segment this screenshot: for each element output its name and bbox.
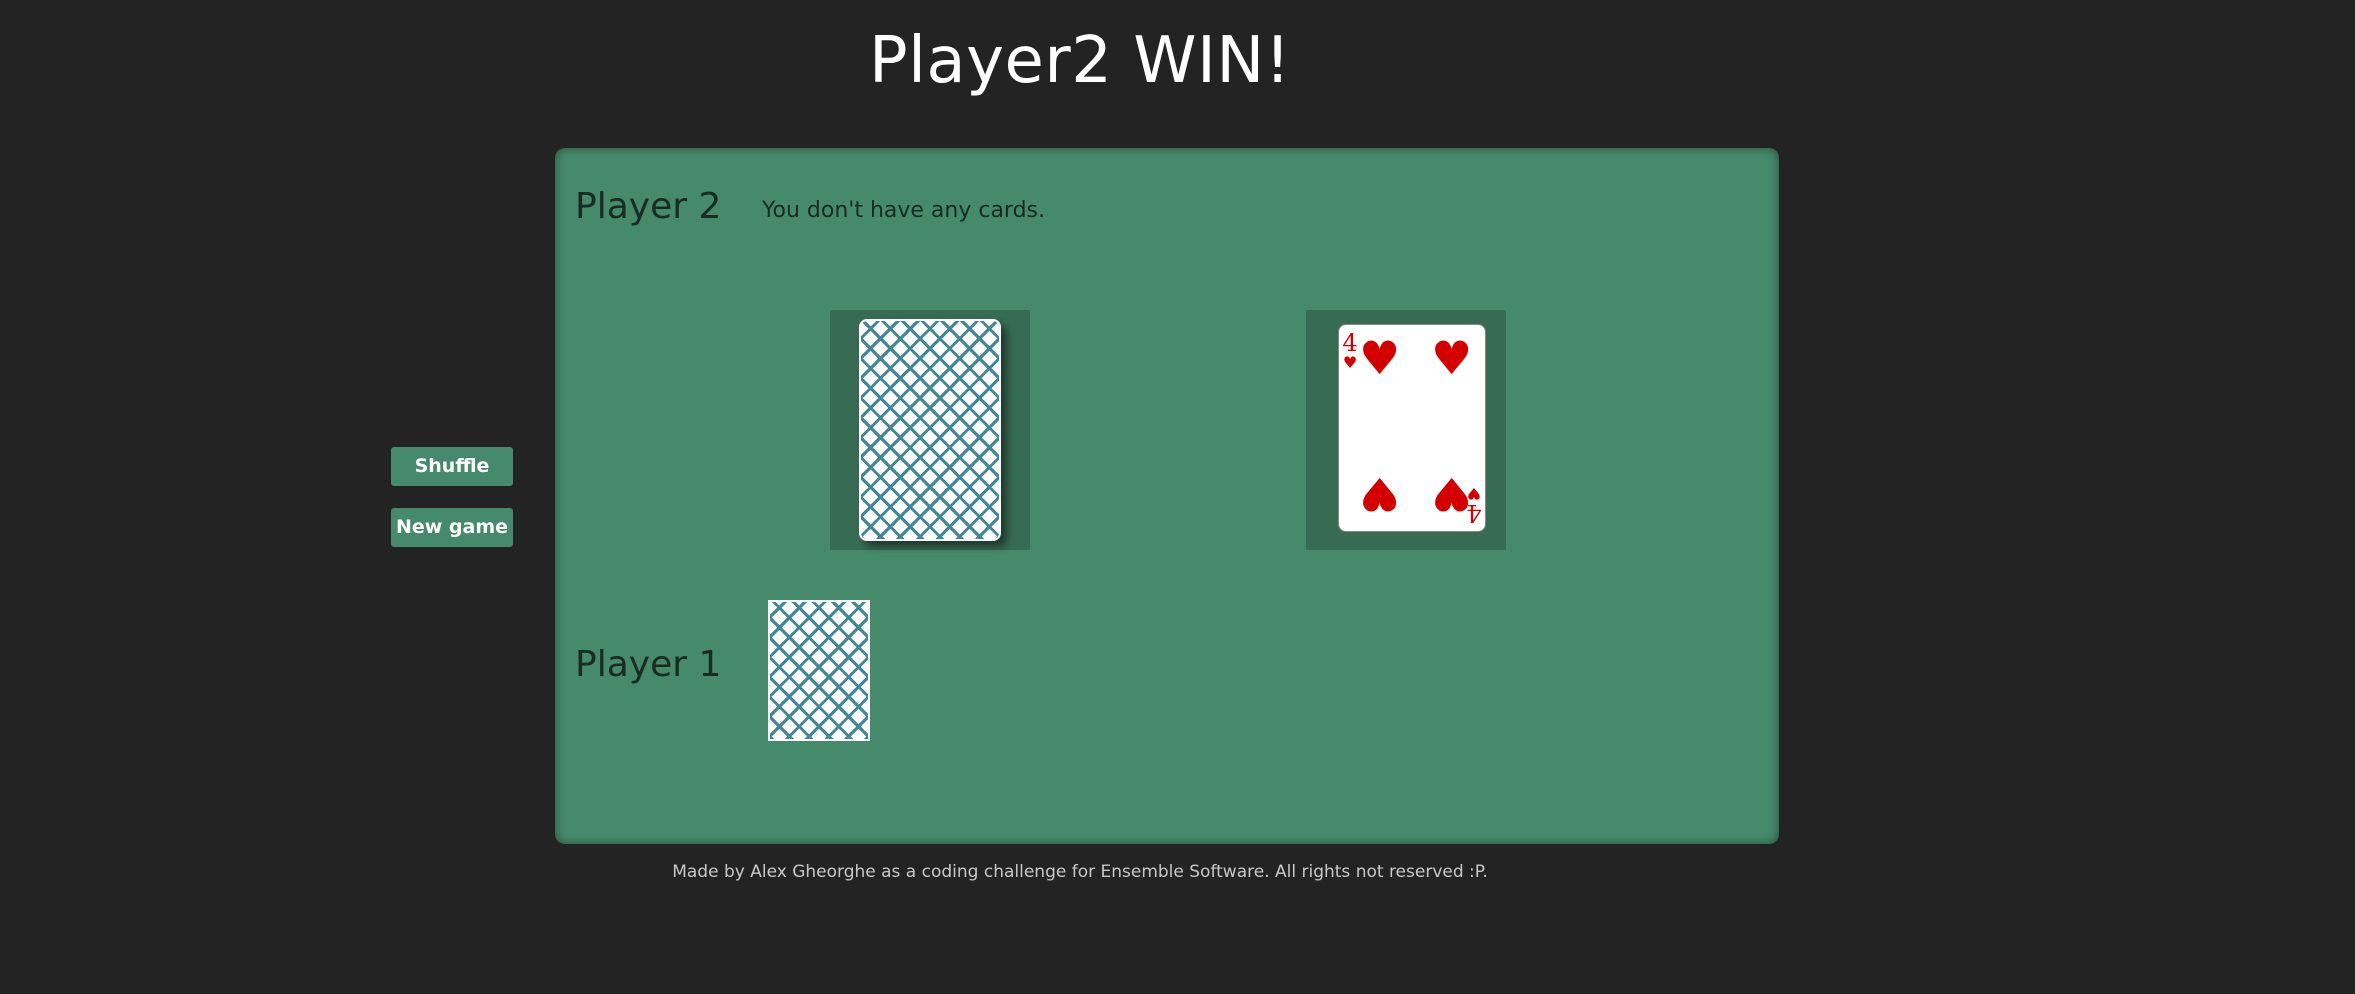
card-corner-top: 4 ♥ — [1342, 331, 1358, 373]
heart-pip-icon: ♥ — [1359, 467, 1401, 521]
card-rank: 4 — [1466, 499, 1482, 527]
heart-suit-icon: ♥ — [1342, 353, 1358, 372]
game-table: Player 2 You don't have any cards. 4 ♥ ♥… — [555, 148, 1779, 844]
card-corner-bottom: 4 ♥ — [1466, 483, 1482, 527]
heart-pip-icon: ♥ — [1431, 331, 1473, 385]
played-card-face: 4 ♥ ♥ ♥ ♥ ♥ 4 ♥ — [1338, 324, 1486, 532]
game-controls: Shuffle New game — [391, 447, 513, 569]
card-back[interactable] — [859, 319, 1001, 541]
player1-played-slot: 4 ♥ ♥ ♥ ♥ ♥ 4 ♥ — [1306, 310, 1506, 550]
game-result-title: Player2 WIN! — [869, 24, 1291, 98]
heart-suit-icon: ♥ — [1466, 484, 1482, 503]
player2-message: You don't have any cards. — [762, 198, 1046, 223]
shuffle-button[interactable]: Shuffle — [391, 447, 513, 486]
new-game-button[interactable]: New game — [391, 508, 513, 547]
player1-label: Player 1 — [575, 644, 722, 685]
player2-label: Player 2 — [575, 186, 722, 227]
heart-pip-icon: ♥ — [1359, 331, 1401, 385]
player1-deck[interactable] — [768, 600, 870, 741]
player2-played-slot — [830, 310, 1030, 550]
footer-credits: Made by Alex Gheorghe as a coding challe… — [672, 862, 1488, 882]
